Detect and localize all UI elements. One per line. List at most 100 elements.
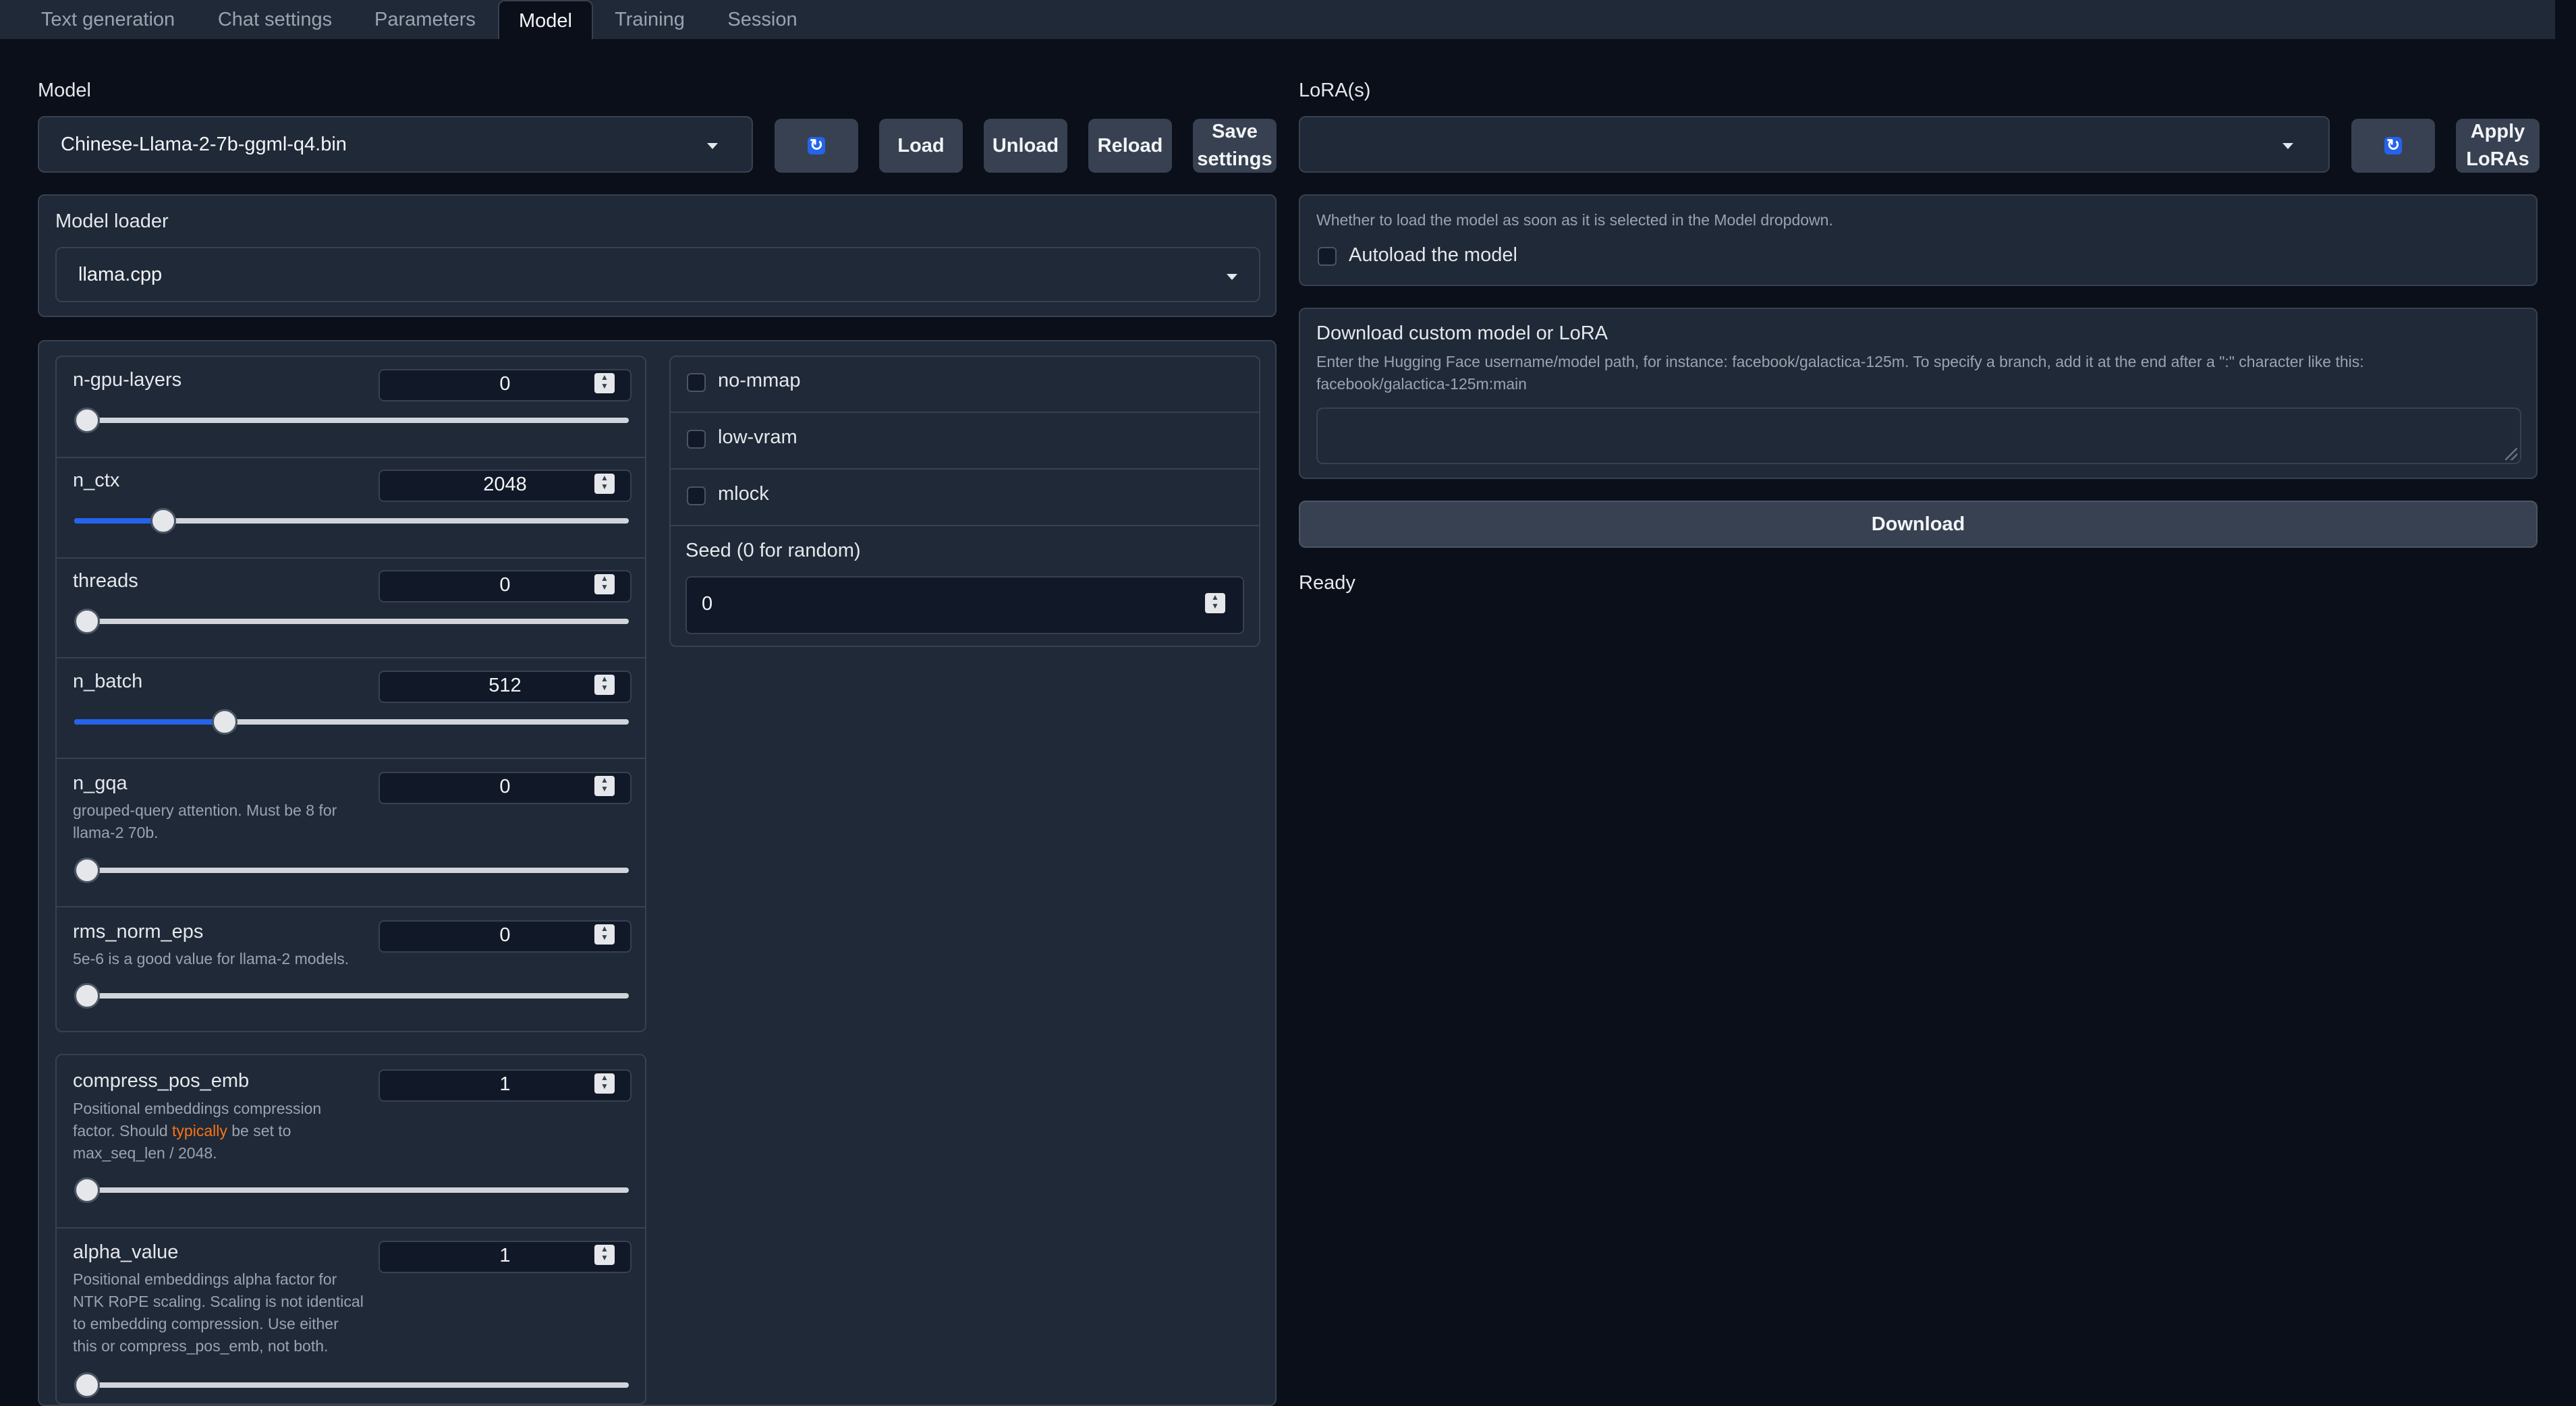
slider-handle[interactable]	[74, 407, 100, 433]
apply-loras-line2: LoRAs	[2466, 148, 2529, 170]
model-label: Model	[38, 80, 91, 101]
n-gqa-label: n_gqa	[73, 772, 128, 794]
n-gpu-layers-slider[interactable]	[74, 407, 629, 433]
download-button[interactable]: Download	[1299, 501, 2538, 548]
n-ctx-value: 2048	[483, 474, 527, 495]
n-gpu-layers-value: 0	[499, 373, 511, 395]
n-gpu-layers-input[interactable]: 0	[379, 369, 632, 401]
unload-button[interactable]: Unload	[984, 119, 1067, 173]
rms-norm-eps-input[interactable]: 0	[379, 920, 632, 953]
model-loader-value: llama.cpp	[78, 264, 163, 285]
compress-pos-emb-slider[interactable]	[74, 1177, 629, 1203]
alpha-value-input[interactable]: 1	[379, 1241, 632, 1273]
compress-pos-emb-value: 1	[499, 1073, 511, 1095]
refresh-model-button[interactable]	[775, 119, 858, 173]
tab-session[interactable]: Session	[715, 0, 810, 39]
rms-norm-eps-stepper-icon[interactable]: ▲ ▼	[594, 924, 615, 945]
save-settings-line2: settings	[1197, 148, 1272, 170]
tab-model[interactable]: Model	[498, 0, 593, 39]
resize-handle-icon[interactable]	[2505, 448, 2517, 460]
n-gqa-description: grouped-query attention. Must be 8 for ll…	[73, 802, 337, 841]
compress-pos-emb-stepper-icon[interactable]: ▲ ▼	[594, 1073, 615, 1094]
tab-text-generation[interactable]: Text generation	[20, 0, 196, 39]
n-ctx-slider[interactable]	[74, 508, 629, 534]
threads-label: threads	[73, 570, 138, 592]
slider-handle[interactable]	[211, 709, 237, 735]
n-ctx-stepper-icon[interactable]: ▲ ▼	[594, 474, 615, 494]
lora-label: LoRA(s)	[1299, 80, 1371, 101]
rms-norm-eps-label: rms_norm_eps	[73, 921, 204, 943]
n-batch-slider[interactable]	[74, 709, 629, 735]
chevron-down-icon	[1227, 274, 1237, 280]
n-ctx-input[interactable]: 2048	[379, 470, 632, 502]
seed-stepper-icon[interactable]: ▲ ▼	[1205, 593, 1225, 613]
mlock-checkbox[interactable]	[687, 486, 706, 505]
chevron-down-icon	[707, 143, 718, 149]
alpha-value-slider[interactable]	[74, 1372, 629, 1398]
slider-handle[interactable]	[74, 857, 100, 883]
n-gpu-layers-stepper-icon[interactable]: ▲ ▼	[594, 373, 615, 393]
download-path-input[interactable]	[1316, 407, 2521, 464]
n-gpu-layers-label: n-gpu-layers	[73, 369, 182, 391]
model-dropdown[interactable]: Chinese-Llama-2-7b-ggml-q4.bin	[38, 116, 753, 173]
slider-handle[interactable]	[74, 609, 100, 634]
autoload-panel: Whether to load the model as soon as it …	[1299, 194, 2538, 286]
no-mmap-checkbox[interactable]	[687, 373, 706, 392]
save-settings-line1: Save	[1212, 121, 1258, 143]
no-mmap-label: no-mmap	[718, 370, 801, 391]
alpha-value-stepper-icon[interactable]: ▲ ▼	[594, 1245, 615, 1265]
save-settings-button[interactable]: Save settings	[1193, 119, 1277, 173]
apply-loras-button[interactable]: Apply LoRAs	[2456, 119, 2540, 173]
slider-handle[interactable]	[74, 983, 100, 1009]
refresh-icon	[2384, 134, 2402, 157]
slider-handle[interactable]	[150, 508, 176, 534]
rms-norm-eps-value: 0	[499, 924, 511, 946]
download-description: Enter the Hugging Face username/model pa…	[1316, 353, 2364, 393]
n-gqa-stepper-icon[interactable]: ▲ ▼	[594, 776, 615, 796]
alpha-value-value: 1	[499, 1245, 511, 1266]
low-vram-checkbox[interactable]	[687, 430, 706, 449]
tab-training[interactable]: Training	[603, 0, 697, 39]
n-gqa-input[interactable]: 0	[379, 772, 632, 804]
compress-pos-emb-label: compress_pos_emb	[73, 1070, 250, 1092]
apply-loras-line1: Apply	[2470, 121, 2525, 143]
slider-handle[interactable]	[74, 1177, 100, 1203]
seed-label: Seed (0 for random)	[685, 540, 861, 561]
refresh-icon	[808, 134, 825, 157]
load-button[interactable]: Load	[879, 119, 963, 173]
autoload-checkbox[interactable]	[1318, 247, 1337, 266]
reload-button[interactable]: Reload	[1088, 119, 1172, 173]
model-loader-panel: Model loader llama.cpp	[38, 194, 1277, 317]
compress-pos-emb-description: Positional embeddings compression factor…	[73, 1100, 322, 1162]
autoload-label: Autoload the model	[1349, 244, 1517, 266]
download-panel: Download custom model or LoRA Enter the …	[1299, 308, 2538, 479]
n-batch-label: n_batch	[73, 671, 143, 692]
mlock-label: mlock	[718, 483, 769, 505]
chevron-down-icon	[2283, 143, 2293, 149]
tab-chat-settings[interactable]: Chat settings	[202, 0, 347, 39]
model-selected-value: Chinese-Llama-2-7b-ggml-q4.bin	[61, 134, 347, 155]
rms-norm-eps-description: 5e-6 is a good value for llama-2 models.	[73, 950, 349, 967]
status-text: Ready	[1299, 572, 1355, 594]
tab-parameters[interactable]: Parameters	[358, 0, 493, 39]
threads-input[interactable]: 0	[379, 570, 632, 602]
slider-handle[interactable]	[74, 1372, 100, 1398]
lora-dropdown[interactable]	[1299, 116, 2330, 173]
n-gqa-value: 0	[499, 776, 511, 797]
seed-input[interactable]: 0	[685, 576, 1244, 634]
threads-slider[interactable]	[74, 609, 629, 634]
n-batch-input[interactable]: 512	[379, 671, 632, 703]
rms-norm-eps-slider[interactable]	[74, 983, 629, 1009]
threads-stepper-icon[interactable]: ▲ ▼	[594, 574, 615, 594]
alpha-value-label: alpha_value	[73, 1241, 179, 1263]
n-gqa-slider[interactable]	[74, 857, 629, 883]
tab-bar: Text generation Chat settings Parameters…	[0, 0, 2555, 39]
refresh-lora-button[interactable]	[2351, 119, 2435, 173]
compress-pos-emb-input[interactable]: 1	[379, 1069, 632, 1102]
low-vram-label: low-vram	[718, 426, 797, 448]
model-loader-dropdown[interactable]: llama.cpp	[55, 247, 1260, 302]
n-ctx-label: n_ctx	[73, 470, 120, 491]
n-batch-stepper-icon[interactable]: ▲ ▼	[594, 675, 615, 695]
seed-value: 0	[702, 593, 713, 615]
download-title: Download custom model or LoRA	[1316, 322, 1608, 344]
